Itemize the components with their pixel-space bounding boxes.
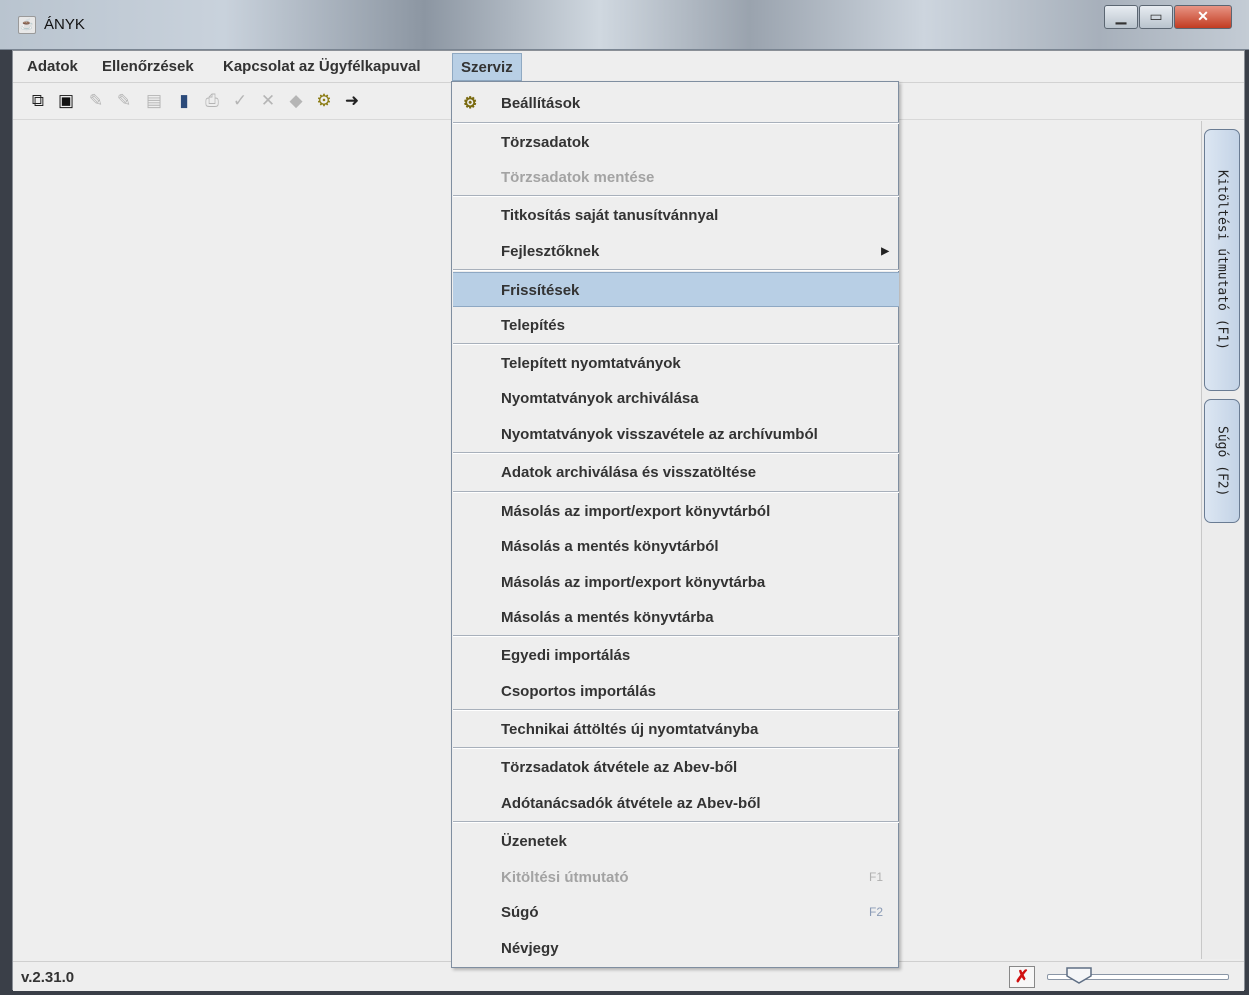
menu-item-label: Telepítés [501, 317, 565, 334]
maximize-button[interactable]: ▭ [1139, 5, 1173, 29]
menu-separator [453, 635, 899, 637]
menu-item-label: Nyomtatványok archiválása [501, 390, 699, 407]
menu-separator [453, 452, 899, 454]
menu-separator [453, 195, 899, 197]
menu-item-label: Másolás a mentés könyvtárba [501, 609, 714, 626]
gears-icon[interactable]: ⚙ [313, 90, 335, 112]
info-icon[interactable]: ▮ [173, 90, 195, 112]
menu-item-label: Másolás az import/export könyvtárba [501, 574, 766, 591]
window-title: ÁNYK [44, 16, 85, 33]
window-titlebar: ☕ ÁNYK ▁ ▭ ✕ [0, 0, 1249, 50]
menu-item-masolas-mentes-bol[interactable]: Másolás a mentés könyvtárból [453, 529, 899, 564]
menu-item-telepitett[interactable]: Telepített nyomtatványok [453, 346, 899, 381]
menu-item-label: Technikai áttöltés új nyomtatványba [501, 721, 759, 738]
menu-separator [453, 491, 899, 493]
menu-szerviz[interactable]: Szerviz [452, 53, 522, 81]
menu-item-fejlesztoknek[interactable]: Fejlesztőknek ▶ [453, 234, 899, 269]
menu-item-label: Nyomtatványok visszavétele az archívumbó… [501, 426, 818, 443]
menu-item-label: Csoportos importálás [501, 683, 657, 700]
menu-item-visszavetele[interactable]: Nyomtatványok visszavétele az archívumbó… [453, 417, 899, 452]
menu-item-label: Egyedi importálás [501, 647, 631, 664]
tab-help-label: Súgó (F2) [1214, 425, 1230, 497]
menu-item-label: Törzsadatok átvétele az Abev-ből [501, 759, 738, 776]
gears-icon: ⚙ [463, 95, 478, 112]
java-app-icon: ☕ [18, 16, 36, 34]
menu-separator [453, 821, 899, 823]
save-icon[interactable]: ▣ [55, 90, 77, 112]
menu-item-kitoltesi[interactable]: Kitöltési útmutató F1 [453, 860, 899, 895]
menu-item-adatok-archivalasa[interactable]: Adatok archiválása és visszatöltése [453, 455, 899, 490]
menu-item-sugo[interactable]: Súgó F2 [453, 895, 899, 930]
menu-item-label: Üzenetek [501, 833, 567, 850]
menu-item-label: Törzsadatok [501, 134, 590, 151]
close-button[interactable]: ✕ [1174, 5, 1232, 29]
menu-item-titkositas[interactable]: Titkosítás saját tanusítvánnyal [453, 198, 899, 233]
menu-separator [453, 122, 899, 124]
menu-item-label: Beállítások [501, 95, 581, 112]
menu-item-label: Névjegy [501, 940, 559, 957]
menu-separator [453, 343, 899, 345]
minimize-button[interactable]: ▁ [1104, 5, 1138, 29]
menu-item-telepites[interactable]: Telepítés [453, 308, 899, 343]
edit-icon[interactable]: ✎ [113, 90, 135, 112]
edit-icon[interactable]: ✎ [85, 90, 107, 112]
menu-item-adotanacsadok-abev[interactable]: Adótanácsadók átvétele az Abev-ből [453, 786, 899, 821]
menu-item-torzsadatok[interactable]: Törzsadatok [453, 125, 899, 160]
menu-item-egyedi-import[interactable]: Egyedi importálás [453, 638, 899, 673]
menu-adatok[interactable]: Adatok [19, 53, 86, 81]
menu-item-label: Másolás az import/export könyvtárból [501, 503, 771, 520]
export-icon[interactable]: ➜ [341, 90, 363, 112]
side-panel: Kitöltési útmutató (F1) Súgó (F2) [1201, 121, 1243, 959]
menu-item-torzsadatok-mentese[interactable]: Törzsadatok mentése [453, 160, 899, 195]
tab-sugo[interactable]: Súgó (F2) [1204, 399, 1240, 523]
menu-item-label: Adatok archiválása és visszatöltése [501, 464, 757, 481]
menu-ellenorzesek[interactable]: Ellenőrzések [94, 53, 202, 81]
menu-bar: Adatok Ellenőrzések Kapcsolat az Ügyfélk… [13, 51, 1244, 83]
menu-item-technikai[interactable]: Technikai áttöltés új nyomtatványba [453, 712, 899, 747]
tab-kitoltesi-utmutato[interactable]: Kitöltési útmutató (F1) [1204, 129, 1240, 391]
shortcut-f2: F2 [868, 905, 883, 919]
version-label: v.2.31.0 [21, 969, 75, 986]
menu-item-frissitesek[interactable]: Frissítések [453, 272, 899, 307]
check-icon[interactable]: ✓ [229, 90, 251, 112]
menu-item-label: Frissítések [501, 282, 580, 299]
menu-item-label: Másolás a mentés könyvtárból [501, 538, 719, 555]
menu-item-label: Adótanácsadók átvétele az Abev-ből [501, 795, 761, 812]
menu-item-nevjegy[interactable]: Névjegy [453, 931, 899, 966]
menu-item-csoportos-import[interactable]: Csoportos importálás [453, 674, 899, 709]
menu-item-archivalasa[interactable]: Nyomtatványok archiválása [453, 381, 899, 416]
delete-icon[interactable]: ✕ [257, 90, 279, 112]
menu-item-masolas-mentes-ba[interactable]: Másolás a mentés könyvtárba [453, 600, 899, 635]
submenu-arrow-icon: ▶ [881, 246, 889, 257]
copy-icon[interactable]: ⧉ [27, 90, 49, 112]
menu-item-torzsadatok-abev[interactable]: Törzsadatok átvétele az Abev-ből [453, 750, 899, 785]
menu-item-label: Titkosítás saját tanusítvánnyal [501, 207, 719, 224]
menu-item-beallitasok[interactable]: ⚙ Beállítások [453, 86, 899, 121]
menu-ugyfelkapu[interactable]: Kapcsolat az Ügyfélkapuval [215, 53, 429, 81]
menu-item-uzenetek[interactable]: Üzenetek [453, 824, 899, 859]
menu-separator [453, 269, 899, 271]
menu-item-masolas-import-bol[interactable]: Másolás az import/export könyvtárból [453, 494, 899, 529]
menu-separator [453, 709, 899, 711]
print-icon[interactable]: ⎙ [201, 90, 223, 112]
error-status-icon[interactable]: ✗ [1009, 966, 1035, 988]
menu-item-label: Súgó [501, 904, 539, 921]
menu-item-label: Telepített nyomtatványok [501, 355, 681, 372]
shortcut-f1: F1 [868, 870, 883, 884]
slider-thumb[interactable] [1065, 966, 1093, 984]
szerviz-dropdown-menu: ⚙ Beállítások Törzsadatok Törzsadatok me… [451, 81, 899, 968]
print-preview-icon[interactable]: ▤ [143, 90, 165, 112]
tab-guide-label: Kitöltési útmutató (F1) [1214, 169, 1230, 350]
menu-item-label: Fejlesztőknek [501, 243, 600, 260]
menu-separator [453, 747, 899, 749]
stamp-icon[interactable]: ◆ [285, 90, 307, 112]
menu-item-label: Kitöltési útmutató [501, 869, 629, 886]
menu-item-masolas-import-ba[interactable]: Másolás az import/export könyvtárba [453, 565, 899, 600]
menu-item-label: Törzsadatok mentése [501, 169, 655, 186]
